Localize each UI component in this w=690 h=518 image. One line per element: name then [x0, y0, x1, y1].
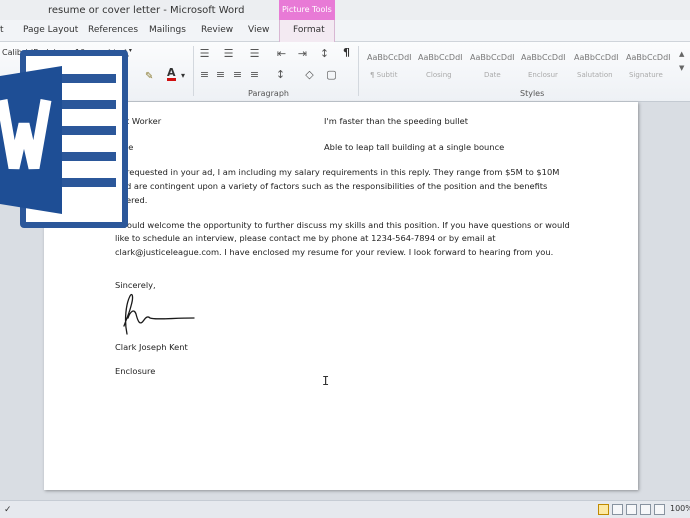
title-bar: resume or cover letter - Microsoft Word … [0, 0, 690, 20]
tab-references[interactable]: References [88, 25, 138, 35]
ribbon-tab-row: t Page Layout References Mailings Review… [0, 20, 690, 42]
tab-review[interactable]: Review [201, 25, 233, 35]
increase-indent-icon[interactable]: ⇥ [296, 48, 309, 59]
decrease-indent-icon[interactable]: ⇤ [275, 48, 288, 59]
doc-para1-line2: d are contingent upon a variety of facto… [126, 181, 548, 191]
multilevel-list-icon[interactable]: ☰ [248, 48, 261, 59]
style-subtitle-preview[interactable]: AaBbCcDdI [367, 53, 412, 62]
window-title: resume or cover letter - Microsoft Word [48, 5, 245, 16]
styles-scroll-up-icon[interactable]: ▲ [679, 50, 684, 58]
doc-para2-line3: clark@justiceleague.com. I have enclosed… [115, 247, 554, 257]
align-center-icon[interactable]: ≡ [214, 69, 227, 80]
doc-enclosure: Enclosure [115, 366, 156, 376]
print-layout-view-icon[interactable] [598, 504, 609, 515]
sort-icon[interactable]: ↕ [318, 48, 331, 59]
doc-para2-line1: I would welcome the opportunity to furth… [115, 220, 570, 230]
numbering-icon[interactable]: ☰ [222, 48, 235, 59]
font-color-dropdown-icon[interactable]: ▾ [181, 71, 185, 80]
tab-view[interactable]: View [248, 25, 269, 35]
style-signature-preview[interactable]: AaBbCcDdI [626, 53, 671, 62]
tab-mailings[interactable]: Mailings [149, 25, 186, 35]
borders-icon[interactable]: ▢ [325, 69, 338, 80]
bullets-icon[interactable]: ☰ [198, 48, 211, 59]
align-left-icon[interactable]: ≡ [198, 69, 211, 80]
style-closing-name: Closing [426, 71, 452, 79]
style-closing-preview[interactable]: AaBbCcDdI [418, 53, 463, 62]
doc-row2-right: Able to leap tall building at a single b… [324, 142, 505, 152]
tab-format[interactable]: Format [293, 25, 325, 35]
doc-row1-left: t Worker [126, 116, 162, 126]
draft-view-icon[interactable] [654, 504, 665, 515]
paragraph-group-label: Paragraph [248, 89, 289, 98]
word-logo-icon [0, 50, 128, 228]
context-tab-label: Picture Tools [282, 5, 332, 14]
shading-icon[interactable]: ◇ [303, 69, 316, 80]
style-date-preview[interactable]: AaBbCcDdI [470, 53, 515, 62]
proofing-status-icon[interactable]: ✓ [4, 505, 12, 515]
style-date-name: Date [484, 71, 501, 79]
full-screen-reading-view-icon[interactable] [612, 504, 623, 515]
text-cursor-icon: I [322, 374, 330, 388]
tab-page-layout[interactable]: Page Layout [23, 25, 78, 35]
show-formatting-marks-icon[interactable]: ¶ [340, 47, 353, 58]
status-bar: ✓ 100% [0, 500, 690, 518]
doc-signer-name: Clark Joseph Kent [115, 342, 188, 352]
styles-group-label: Styles [520, 89, 545, 98]
justify-icon[interactable]: ≡ [248, 69, 261, 80]
doc-closing: Sincerely, [115, 280, 156, 290]
line-spacing-icon[interactable]: ↕ [274, 69, 287, 80]
style-salutation-name: Salutation [577, 71, 613, 79]
doc-para1-line1: requested in your ad, I am including my … [126, 167, 560, 177]
style-subtitle-name: ¶ Subtit [370, 71, 398, 79]
document-page[interactable]: t Worker I'm faster than the speeding bu… [44, 102, 638, 490]
tab-home[interactable]: t [0, 25, 4, 35]
styles-scroll-down-icon[interactable]: ▼ [679, 64, 684, 72]
signature-image[interactable] [118, 290, 198, 336]
style-signature-name: Signature [629, 71, 663, 79]
zoom-level[interactable]: 100% [670, 504, 690, 513]
font-color-icon[interactable]: A [167, 67, 176, 81]
web-layout-view-icon[interactable] [626, 504, 637, 515]
style-enclosure-preview[interactable]: AaBbCcDdI [521, 53, 566, 62]
style-enclosure-name: Enclosur [528, 71, 558, 79]
align-right-icon[interactable]: ≡ [231, 69, 244, 80]
picture-tools-context-tab: Picture Tools [279, 0, 335, 20]
outline-view-icon[interactable] [640, 504, 651, 515]
style-salutation-preview[interactable]: AaBbCcDdI [574, 53, 619, 62]
doc-para2-line2: like to schedule an interview, please co… [115, 233, 496, 243]
doc-row1-right: I'm faster than the speeding bullet [324, 116, 468, 126]
highlight-color-icon[interactable]: ✎ [145, 71, 153, 82]
